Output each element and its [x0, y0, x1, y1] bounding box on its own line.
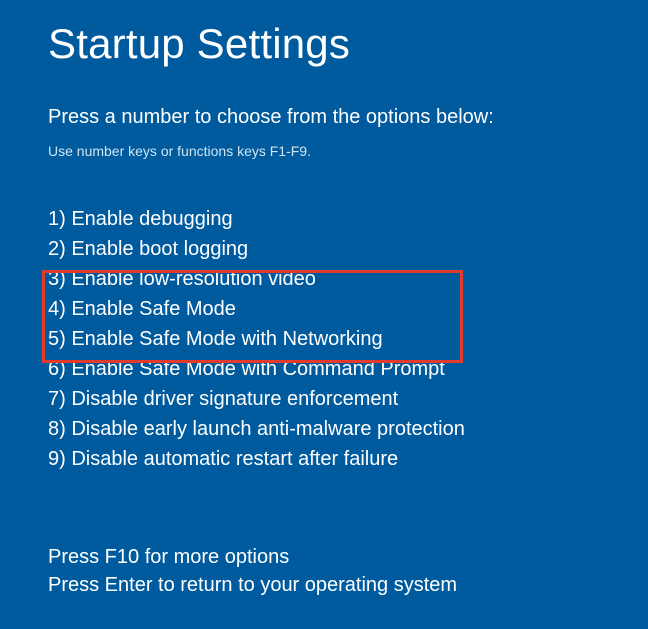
option-4-enable-safe-mode[interactable]: 4) Enable Safe Mode — [48, 294, 600, 324]
footer-more-options: Press F10 for more options — [48, 543, 457, 571]
footer: Press F10 for more options Press Enter t… — [48, 543, 457, 599]
option-3-enable-low-resolution-video[interactable]: 3) Enable low-resolution video — [48, 264, 600, 294]
option-9-disable-automatic-restart[interactable]: 9) Disable automatic restart after failu… — [48, 444, 600, 474]
startup-settings-screen: Startup Settings Press a number to choos… — [0, 0, 648, 474]
option-1-enable-debugging[interactable]: 1) Enable debugging — [48, 204, 600, 234]
options-list: 1) Enable debugging 2) Enable boot loggi… — [48, 204, 600, 474]
option-8-disable-early-launch-anti-malware[interactable]: 8) Disable early launch anti-malware pro… — [48, 414, 600, 444]
option-5-enable-safe-mode-networking[interactable]: 5) Enable Safe Mode with Networking — [48, 324, 600, 354]
instruction-text: Press a number to choose from the option… — [48, 106, 600, 129]
page-title: Startup Settings — [48, 20, 600, 68]
footer-return: Press Enter to return to your operating … — [48, 571, 457, 599]
hint-text: Use number keys or functions keys F1-F9. — [48, 143, 600, 159]
option-6-enable-safe-mode-command-prompt[interactable]: 6) Enable Safe Mode with Command Prompt — [48, 354, 600, 384]
option-2-enable-boot-logging[interactable]: 2) Enable boot logging — [48, 234, 600, 264]
option-7-disable-driver-signature-enforcement[interactable]: 7) Disable driver signature enforcement — [48, 384, 600, 414]
